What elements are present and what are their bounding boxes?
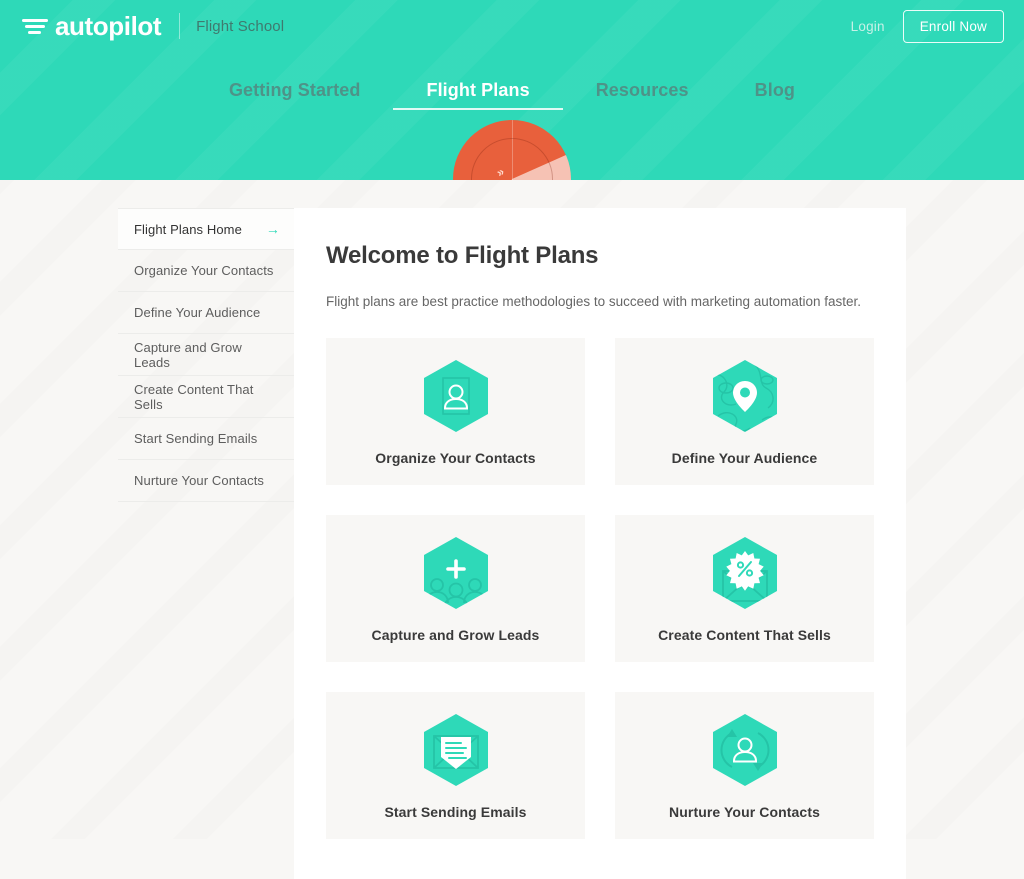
nav-item-resources[interactable]: Resources (563, 80, 722, 108)
page-description: Flight plans are best practice methodolo… (326, 292, 874, 312)
nav-item-blog[interactable]: Blog (722, 80, 828, 108)
card-nurture-your-contacts[interactable]: Nurture Your Contacts (615, 692, 874, 839)
card-label: Create Content That Sells (658, 627, 831, 643)
card-label: Start Sending Emails (384, 804, 526, 820)
map-pin-icon (710, 358, 780, 434)
card-label: Define Your Audience (672, 450, 818, 466)
speedometer-gauge-icon: » (453, 120, 571, 180)
site-header: autopilot Flight School Login Enroll Now… (0, 0, 1024, 180)
sidebar-item-label: Organize Your Contacts (134, 263, 280, 278)
card-define-your-audience[interactable]: Define Your Audience (615, 338, 874, 485)
envelope-letter-icon (421, 712, 491, 788)
nav-item-getting-started[interactable]: Getting Started (196, 80, 394, 108)
sidebar-item-label: Start Sending Emails (134, 431, 280, 446)
flight-plan-card-grid: Organize Your Contacts (326, 338, 874, 839)
sidebar-item-label: Flight Plans Home (134, 222, 260, 237)
sub-brand-label: Flight School (196, 18, 284, 35)
card-label: Nurture Your Contacts (669, 804, 820, 820)
person-card-icon (421, 358, 491, 434)
page-content: Flight Plans Home → Organize Your Contac… (0, 180, 1024, 879)
logo-text: autopilot (55, 13, 161, 39)
page-title: Welcome to Flight Plans (326, 242, 874, 270)
sidebar-item-flight-plans-home[interactable]: Flight Plans Home → (118, 208, 294, 250)
sidebar-item-start-sending-emails[interactable]: Start Sending Emails (118, 418, 294, 460)
card-create-content-that-sells[interactable]: Create Content That Sells (615, 515, 874, 662)
main-navigation: Getting Started Flight Plans Resources B… (0, 52, 1024, 110)
card-capture-and-grow-leads[interactable]: Capture and Grow Leads (326, 515, 585, 662)
sidebar-item-label: Define Your Audience (134, 305, 280, 320)
sidebar-item-define-your-audience[interactable]: Define Your Audience (118, 292, 294, 334)
card-label: Capture and Grow Leads (372, 627, 540, 643)
sidebar-item-capture-and-grow-leads[interactable]: Capture and Grow Leads (118, 334, 294, 376)
sidebar-item-label: Nurture Your Contacts (134, 473, 280, 488)
sidebar-item-organize-your-contacts[interactable]: Organize Your Contacts (118, 250, 294, 292)
brand-logo[interactable]: autopilot (22, 13, 161, 39)
arrow-right-icon: → (266, 222, 280, 236)
sidebar-item-label: Capture and Grow Leads (134, 340, 280, 370)
brand-divider (179, 13, 180, 39)
sidebar: Flight Plans Home → Organize Your Contac… (118, 208, 294, 879)
equals-lines-icon (22, 16, 48, 36)
card-label: Organize Your Contacts (375, 450, 535, 466)
nav-item-flight-plans[interactable]: Flight Plans (393, 80, 562, 110)
login-link[interactable]: Login (851, 19, 885, 34)
percent-burst-envelope-icon (710, 535, 780, 611)
card-organize-your-contacts[interactable]: Organize Your Contacts (326, 338, 585, 485)
plus-people-icon (421, 535, 491, 611)
main-panel: Welcome to Flight Plans Flight plans are… (294, 208, 906, 879)
person-refresh-icon (710, 712, 780, 788)
sidebar-item-label: Create Content That Sells (134, 382, 280, 412)
card-start-sending-emails[interactable]: Start Sending Emails (326, 692, 585, 839)
top-bar: autopilot Flight School Login Enroll Now (0, 0, 1024, 52)
sidebar-item-nurture-your-contacts[interactable]: Nurture Your Contacts (118, 460, 294, 502)
top-bar-actions: Login Enroll Now (851, 10, 1004, 43)
sidebar-item-create-content-that-sells[interactable]: Create Content That Sells (118, 376, 294, 418)
enroll-now-button[interactable]: Enroll Now (903, 10, 1004, 43)
